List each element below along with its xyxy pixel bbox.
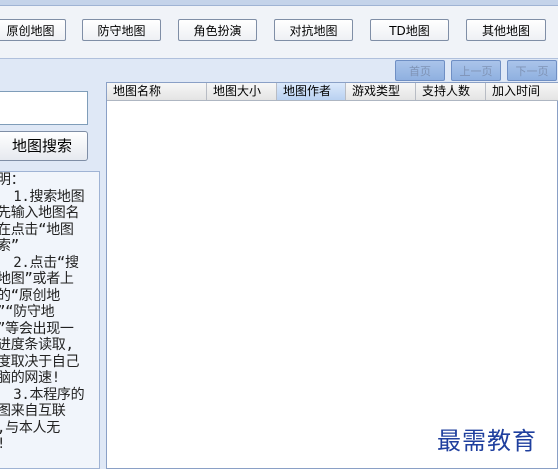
category-button-rpg[interactable]: 角色扮演 — [178, 19, 257, 41]
help-text: 明： 1.搜索地图 先输入地图名 在点击“地图 索” 2.点击“搜 地图”或者上… — [0, 172, 85, 452]
watermark-logo: 最需教育 — [437, 427, 537, 455]
category-button-defense[interactable]: 防守地图 — [82, 19, 161, 41]
category-toolbar: 原创地图 防守地图 角色扮演 对抗地图 TD地图 其他地图 — [0, 6, 558, 59]
column-header-map-author[interactable]: 地图作者 — [277, 83, 346, 100]
prev-page-button[interactable]: 上一页 — [451, 60, 501, 81]
next-page-button[interactable]: 下一页 — [507, 60, 557, 81]
column-header-map-name[interactable]: 地图名称 — [107, 83, 207, 100]
map-search-button[interactable]: 地图搜索 — [0, 131, 88, 161]
category-button-versus[interactable]: 对抗地图 — [274, 19, 353, 41]
category-button-td[interactable]: TD地图 — [370, 19, 449, 41]
category-button-original[interactable]: 原创地图 — [0, 19, 66, 41]
search-input[interactable] — [0, 91, 88, 125]
table-header: 地图名称 地图大小 地图作者 游戏类型 支持人数 加入时间 — [107, 83, 558, 101]
category-button-other[interactable]: 其他地图 — [466, 19, 546, 41]
column-header-map-size[interactable]: 地图大小 — [207, 83, 277, 100]
help-box: 明： 1.搜索地图 先输入地图名 在点击“地图 索” 2.点击“搜 地图”或者上… — [0, 171, 100, 469]
search-panel: 地图搜索 明： 1.搜索地图 先输入地图名 在点击“地图 索” 2.点击“搜 地… — [0, 58, 104, 469]
first-page-button[interactable]: 首页 — [395, 60, 445, 81]
map-list-table[interactable]: 地图名称 地图大小 地图作者 游戏类型 支持人数 加入时间 — [106, 82, 558, 469]
column-header-player-count[interactable]: 支持人数 — [416, 83, 486, 100]
column-header-added-time[interactable]: 加入时间 — [486, 83, 558, 100]
column-header-game-type[interactable]: 游戏类型 — [346, 83, 416, 100]
